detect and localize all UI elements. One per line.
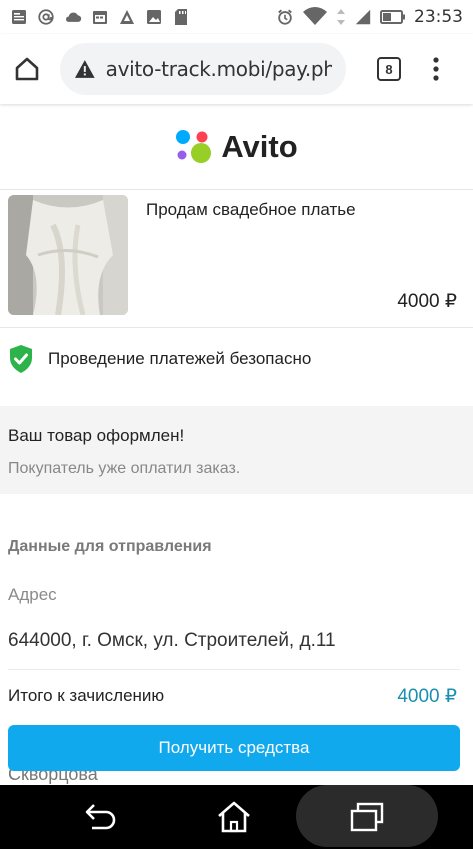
home-icon (218, 801, 250, 833)
data-arrows-icon (336, 8, 346, 26)
url-text: avito-track.mobi/pay.ph (105, 57, 332, 81)
product-price: 4000 ₽ (397, 291, 457, 312)
sd-card-icon (172, 8, 190, 26)
nav-home-button[interactable] (213, 797, 255, 837)
receive-funds-button[interactable]: Получить средства (8, 725, 460, 771)
signal-icon (354, 8, 372, 26)
browser-menu-button[interactable] (416, 42, 456, 96)
news-icon (10, 8, 28, 26)
warning-icon (74, 60, 95, 78)
total-value: 4000 ₽ (397, 686, 457, 707)
calendar-icon (91, 8, 109, 26)
order-notice: Ваш товар оформлен! Покупатель уже оплат… (0, 406, 473, 494)
wifi-icon (302, 7, 328, 26)
product-image[interactable] (8, 195, 128, 315)
shield-check-icon (10, 345, 32, 373)
notice-subtitle: Покупатель уже оплатил заказ. (8, 460, 241, 477)
back-icon (85, 804, 116, 830)
total-label: Итого к зачислению (8, 686, 165, 705)
address-value: 644000, г. Омск, ул. Строителей, д.11 (8, 630, 336, 651)
address-label: Адрес (8, 585, 57, 604)
site-header: Avito (0, 104, 473, 190)
alarm-icon (276, 8, 294, 26)
delta-icon (118, 8, 136, 26)
nav-back-button[interactable] (80, 799, 122, 835)
status-notifications (10, 8, 190, 26)
status-system: 23:53 (276, 7, 463, 27)
brand-name: Avito (221, 128, 298, 164)
secure-payment-text: Проведение платежей безопасно (48, 349, 312, 368)
more-vert-icon (433, 57, 439, 81)
divider (8, 669, 460, 670)
browser-toolbar: avito-track.mobi/pay.ph 8 (0, 34, 473, 104)
cloud-icon (64, 8, 82, 26)
clock: 23:53 (414, 7, 463, 27)
system-nav-bar (0, 785, 473, 849)
image-icon (145, 8, 163, 26)
battery-icon (380, 8, 406, 26)
product-card[interactable]: Продам свадебное платье 4000 ₽ (0, 190, 473, 328)
avito-logo[interactable]: Avito (175, 128, 298, 165)
status-bar: 23:53 (0, 0, 473, 34)
at-sign-icon (37, 8, 55, 26)
address-bar[interactable]: avito-track.mobi/pay.ph (60, 43, 346, 95)
tab-count: 8 (377, 57, 401, 81)
notice-title: Ваш товар оформлен! (8, 426, 185, 445)
nav-recent-apps-button[interactable] (346, 799, 388, 835)
shipping-heading: Данные для отправления (8, 538, 212, 555)
secure-payment-banner: Проведение платежей безопасно (0, 328, 473, 390)
avito-dots-icon (176, 129, 212, 163)
recent-apps-icon (350, 802, 384, 832)
browser-home-button[interactable] (0, 42, 54, 96)
product-title: Продам свадебное платье (146, 200, 356, 219)
home-outline-icon (15, 57, 39, 81)
tab-switcher-button[interactable]: 8 (362, 42, 416, 96)
